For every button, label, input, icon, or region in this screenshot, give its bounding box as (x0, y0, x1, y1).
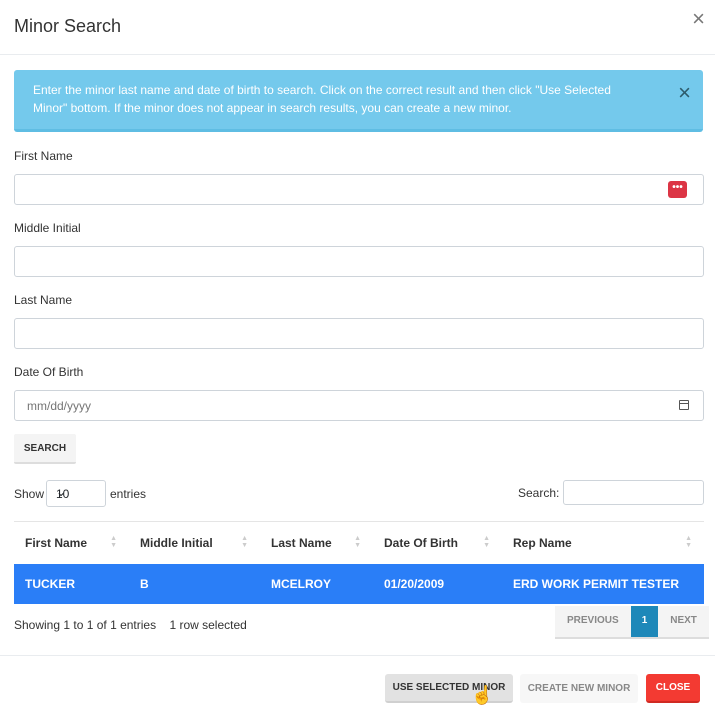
entries-select[interactable]: 10 ⌄ (46, 480, 106, 507)
dialog-title: Minor Search (14, 16, 122, 36)
showing-text: Showing 1 to 1 of 1 entries (14, 618, 157, 632)
first-name-input[interactable] (25, 175, 669, 205)
chevron-down-icon: ⌄ (56, 485, 67, 499)
dialog-footer (0, 655, 715, 656)
page-1-button[interactable]: 1 (630, 606, 659, 637)
first-name-field[interactable]: ••• (14, 174, 704, 205)
sort-icon: ▲ ▼ (110, 535, 117, 549)
calendar-icon[interactable] (679, 400, 689, 410)
close-button[interactable]: CLOSE (646, 674, 700, 703)
dialog-header: Minor Search × (0, 0, 715, 55)
dob-label: Date Of Birth (14, 365, 84, 379)
middle-initial-field[interactable] (14, 246, 704, 277)
col-first-name[interactable]: First Name ▲ ▼ (14, 522, 129, 564)
create-new-minor-button[interactable]: CREATE NEW MINOR (520, 674, 638, 703)
col-date-of-birth[interactable]: Date Of Birth ▲ ▼ (373, 522, 502, 564)
first-name-label: First Name (14, 149, 73, 163)
cell-date-of-birth: 01/20/2009 (384, 576, 445, 591)
hand-cursor-icon: ☝ (471, 685, 494, 705)
cell-middle-initial: B (140, 576, 149, 591)
middle-initial-input[interactable] (25, 247, 669, 277)
table-row[interactable]: TUCKER B MCELROY 01/20/2009 ERD WORK PER… (14, 563, 704, 604)
col-middle-initial[interactable]: Middle Initial ▲ ▼ (129, 522, 260, 564)
col-rep-name[interactable]: Rep Name ▲ ▼ (502, 522, 704, 564)
table-info: Showing 1 to 1 of 1 entries 1 row select… (14, 618, 247, 632)
close-icon[interactable]: × (692, 8, 705, 30)
alert-close-icon[interactable]: × (678, 82, 691, 104)
sort-icon: ▲ ▼ (241, 535, 248, 549)
search-button[interactable]: SEARCH (14, 434, 76, 464)
sort-icon: ▲ ▼ (685, 535, 692, 549)
sort-icon: ▲ ▼ (354, 535, 361, 549)
last-name-input[interactable] (25, 319, 669, 349)
table-search-label: Search: (518, 486, 560, 500)
entries-label: entries (110, 487, 147, 501)
use-selected-minor-button[interactable]: USE SELECTED MINOR (385, 674, 513, 703)
pagination: PREVIOUS 1 NEXT (555, 606, 709, 639)
last-name-field[interactable] (14, 318, 704, 349)
table-search-input[interactable] (563, 480, 704, 505)
next-button[interactable]: NEXT (658, 606, 709, 637)
cell-first-name: TUCKER (25, 576, 75, 591)
col-last-name[interactable]: Last Name ▲ ▼ (260, 522, 373, 564)
previous-button[interactable]: PREVIOUS (555, 606, 631, 637)
table-header-row: First Name ▲ ▼ Middle Initial ▲ ▼ Last Name ▲… (14, 521, 704, 564)
show-label: Show (14, 487, 45, 501)
last-name-label: Last Name (14, 293, 73, 307)
cell-rep-name: ERD WORK PERMIT TESTER (513, 576, 680, 591)
info-alert: Enter the minor last name and date of bi… (14, 70, 703, 132)
alert-text: Enter the minor last name and date of bi… (33, 83, 611, 115)
selected-text: 1 row selected (169, 618, 247, 632)
sort-icon: ▲ ▼ (483, 535, 490, 549)
dob-input[interactable] (25, 391, 669, 421)
password-manager-icon[interactable]: ••• (668, 181, 687, 198)
middle-initial-label: Middle Initial (14, 221, 81, 235)
cell-last-name: MCELROY (271, 576, 331, 591)
dob-field[interactable] (14, 390, 704, 421)
results-table: First Name ▲ ▼ Middle Initial ▲ ▼ Last Name ▲… (14, 521, 704, 604)
